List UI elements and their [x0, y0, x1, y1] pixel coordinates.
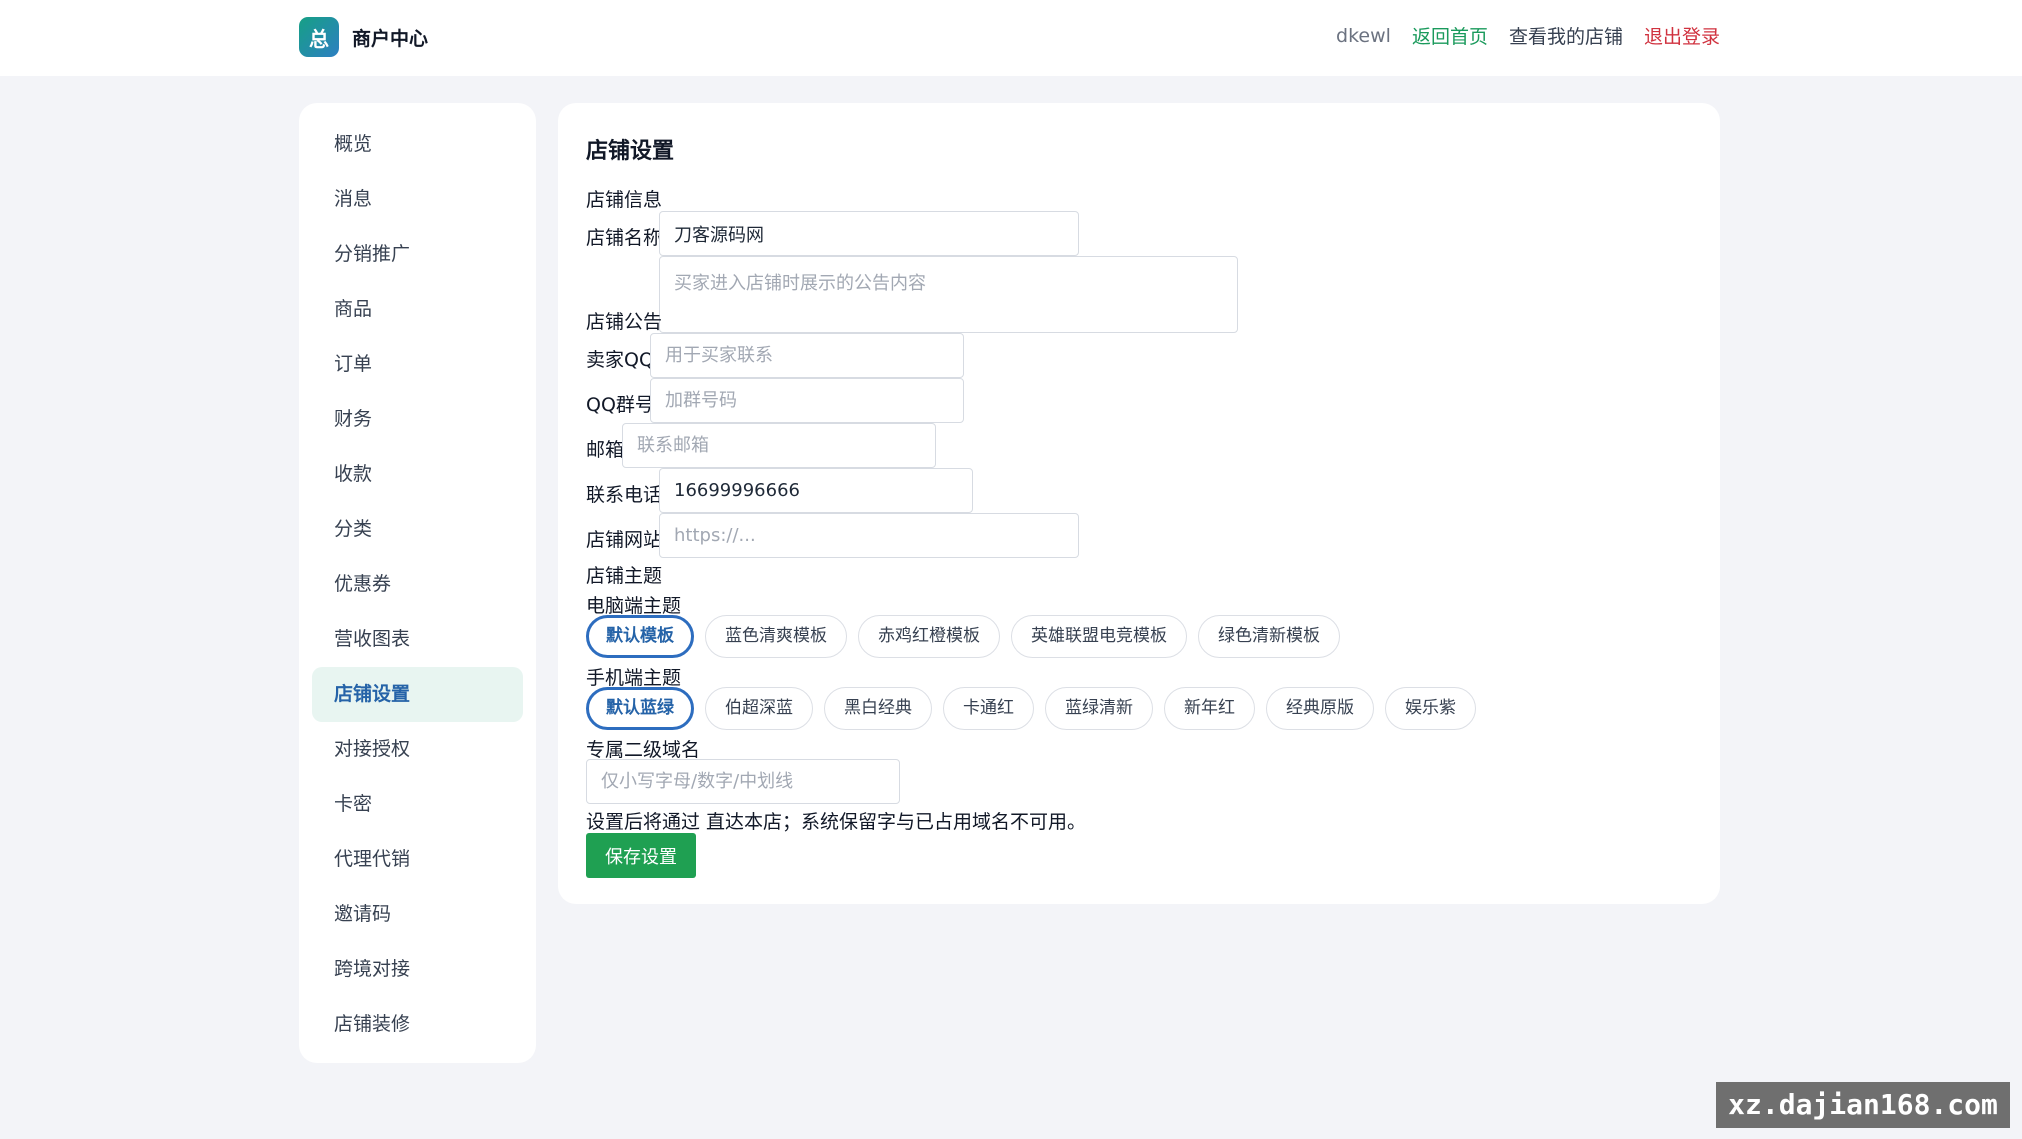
view-shop-link[interactable]: 查看我的店铺 [1509, 22, 1623, 49]
mobile-theme-cartoon-red[interactable]: 卡通红 [943, 687, 1034, 730]
shop-notice-label: 店铺公告 [586, 311, 663, 333]
subdomain-input[interactable] [586, 759, 900, 804]
save-button[interactable]: 保存设置 [586, 833, 696, 878]
shop-name-input[interactable] [659, 211, 1079, 256]
section-shop-info: 店铺信息 [586, 189, 663, 211]
pc-theme-label: 电脑端主题 [586, 595, 682, 617]
top-bar: 总 商户中心 dkewl 返回首页 查看我的店铺 退出登录 [0, 0, 2022, 76]
sidebar-item-api-auth[interactable]: 对接授权 [312, 722, 523, 777]
mobile-theme-options: 默认蓝绿 伯超深蓝 黑白经典 卡通红 蓝绿清新 新年红 经典原版 娱乐紫 [586, 687, 1487, 730]
sidebar-item-cross-border[interactable]: 跨境对接 [312, 942, 523, 997]
mobile-theme-blue-green[interactable]: 蓝绿清新 [1045, 687, 1153, 730]
sidebar: 概览 消息 分销推广 商品 订单 财务 收款 分类 优惠券 营收图表 店铺设置 … [299, 103, 536, 1063]
mobile-theme-purple[interactable]: 娱乐紫 [1385, 687, 1476, 730]
sidebar-item-finance[interactable]: 财务 [312, 392, 523, 447]
home-link[interactable]: 返回首页 [1412, 22, 1488, 49]
brand[interactable]: 总 商户中心 [299, 17, 428, 57]
settings-panel: 店铺设置 店铺信息 店铺名称 店铺公告 卖家QQ QQ群号 邮箱 联系电话 店铺… [558, 103, 1720, 904]
mobile-theme-black-white[interactable]: 黑白经典 [824, 687, 932, 730]
brand-title: 商户中心 [352, 27, 429, 50]
sidebar-item-categories[interactable]: 分类 [312, 502, 523, 557]
phone-label: 联系电话 [586, 484, 663, 506]
website-label: 店铺网站 [586, 529, 663, 551]
mobile-theme-label: 手机端主题 [586, 667, 682, 689]
sidebar-item-overview[interactable]: 概览 [312, 117, 523, 172]
qq-group-input[interactable] [650, 378, 964, 423]
sidebar-item-revenue-chart[interactable]: 营收图表 [312, 612, 523, 667]
pc-theme-red-orange[interactable]: 赤鸡红橙模板 [858, 615, 1000, 658]
email-input[interactable] [622, 423, 936, 468]
seller-qq-label: 卖家QQ [586, 349, 654, 371]
sidebar-item-products[interactable]: 商品 [312, 282, 523, 337]
watermark: xz.dajian168.com [1716, 1082, 2010, 1128]
logout-link[interactable]: 退出登录 [1644, 22, 1720, 49]
pc-theme-lol-esports[interactable]: 英雄联盟电竞模板 [1011, 615, 1187, 658]
brand-logo: 总 [299, 17, 339, 57]
pc-theme-blue[interactable]: 蓝色清爽模板 [705, 615, 847, 658]
shop-notice-input[interactable] [659, 256, 1238, 333]
username: dkewl [1336, 24, 1391, 47]
sidebar-item-shop-decoration[interactable]: 店铺装修 [312, 997, 523, 1052]
sidebar-item-orders[interactable]: 订单 [312, 337, 523, 392]
seller-qq-input[interactable] [650, 333, 964, 378]
qq-group-label: QQ群号 [586, 394, 654, 416]
mobile-theme-new-year-red[interactable]: 新年红 [1164, 687, 1255, 730]
website-input[interactable] [659, 513, 1079, 558]
subdomain-hint: 设置后将通过 直达本店；系统保留字与已占用域名不可用。 [586, 811, 1087, 833]
sidebar-item-coupons[interactable]: 优惠券 [312, 557, 523, 612]
sidebar-item-shop-settings[interactable]: 店铺设置 [312, 667, 523, 722]
pc-theme-options: 默认模板 蓝色清爽模板 赤鸡红橙模板 英雄联盟电竞模板 绿色清新模板 [586, 615, 1351, 658]
mobile-theme-default[interactable]: 默认蓝绿 [586, 687, 694, 730]
pc-theme-green[interactable]: 绿色清新模板 [1198, 615, 1340, 658]
mobile-theme-classic[interactable]: 经典原版 [1266, 687, 1374, 730]
mobile-theme-deep-blue[interactable]: 伯超深蓝 [705, 687, 813, 730]
sidebar-item-payments[interactable]: 收款 [312, 447, 523, 502]
sidebar-item-invite-codes[interactable]: 邀请码 [312, 887, 523, 942]
sidebar-item-messages[interactable]: 消息 [312, 172, 523, 227]
shop-name-label: 店铺名称 [586, 227, 663, 249]
sidebar-item-agent-sales[interactable]: 代理代销 [312, 832, 523, 887]
subdomain-label: 专属二级域名 [586, 739, 701, 761]
section-shop-theme: 店铺主题 [586, 565, 663, 587]
sidebar-item-card-keys[interactable]: 卡密 [312, 777, 523, 832]
sidebar-item-distribution[interactable]: 分销推广 [312, 227, 523, 282]
page-title: 店铺设置 [586, 139, 675, 164]
top-links: dkewl 返回首页 查看我的店铺 退出登录 [1315, 22, 1720, 49]
pc-theme-default[interactable]: 默认模板 [586, 615, 694, 658]
email-label: 邮箱 [586, 439, 625, 461]
phone-input[interactable] [659, 468, 973, 513]
